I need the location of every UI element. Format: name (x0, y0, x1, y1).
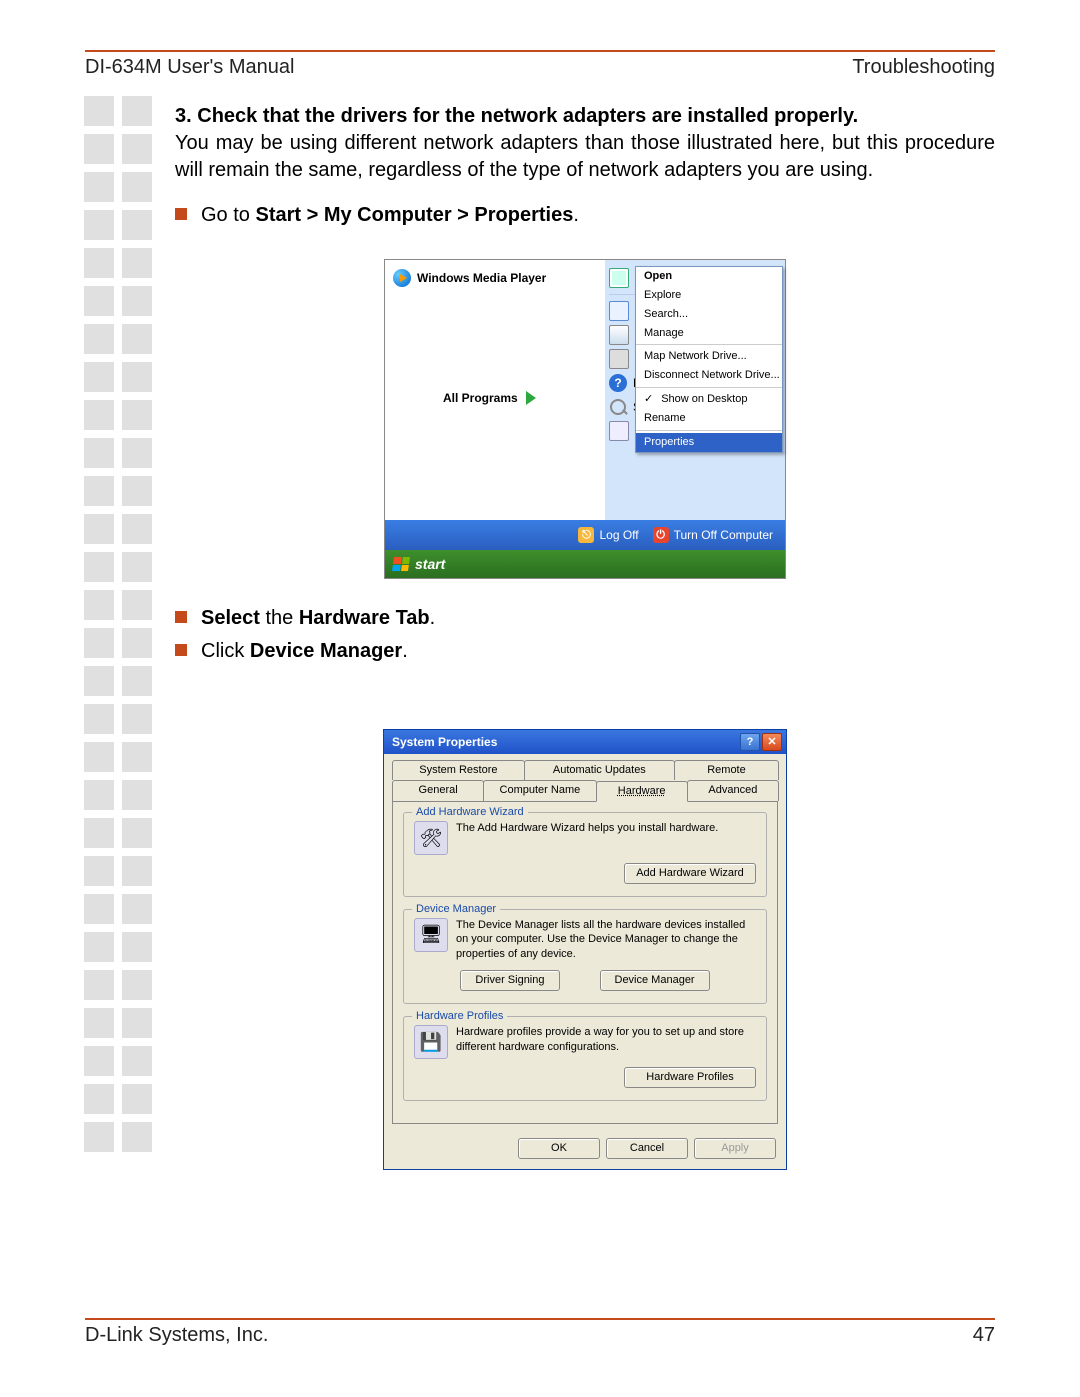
titlebar-close-button[interactable]: ✕ (762, 733, 782, 751)
bullet-square-icon (175, 644, 187, 656)
ctx-open[interactable]: Open (636, 267, 782, 286)
driver-signing-button[interactable]: Driver Signing (460, 970, 559, 991)
arrow-right-icon (526, 391, 536, 405)
tab-advanced[interactable]: Advanced (687, 780, 779, 801)
tab-computer-name[interactable]: Computer Name (483, 780, 596, 801)
screenshot-system-properties: System Properties ? ✕ System Restore Aut… (383, 729, 787, 1170)
header-rule (85, 50, 995, 52)
dialog-titlebar: System Properties ? ✕ (384, 730, 786, 754)
hardware-profiles-button[interactable]: Hardware Profiles (624, 1067, 756, 1088)
computer-icon (609, 268, 629, 288)
control-panel-icon (609, 301, 629, 321)
all-programs[interactable]: All Programs (393, 390, 605, 406)
ctx-disconnect-drive[interactable]: Disconnect Network Drive... (636, 366, 782, 385)
logoff-bar: ⎋ Log Off ⏻ Turn Off Computer (385, 520, 785, 550)
ctx-explore[interactable]: Explore (636, 286, 782, 305)
dialog-title: System Properties (392, 734, 497, 750)
start-label: start (415, 555, 445, 574)
page-footer: D-Link Systems, Inc. 47 (85, 1324, 995, 1347)
bullet-1: Go to Start > My Computer > Properties. (175, 202, 995, 229)
b1-bold: Start > My Computer > Properties (255, 204, 573, 226)
search-icon (609, 398, 627, 416)
titlebar-help-button[interactable]: ? (740, 733, 760, 751)
b2-bold2: Hardware Tab (299, 607, 430, 629)
page-header: DI-634M User's Manual Troubleshooting (85, 56, 995, 79)
tab-automatic-updates[interactable]: Automatic Updates (524, 760, 675, 780)
b3-post: . (402, 640, 408, 662)
apply-button[interactable]: Apply (694, 1138, 776, 1159)
profiles-icon: 💾 (414, 1025, 448, 1059)
group-add-hardware: Add Hardware Wizard 🛠 The Add Hardware W… (403, 812, 767, 897)
step-line: 3. Check that the drivers for the networ… (175, 103, 995, 130)
windows-flag-icon (392, 557, 410, 571)
header-left: DI-634M User's Manual (85, 56, 294, 79)
ctx-map-drive[interactable]: Map Network Drive... (636, 347, 782, 366)
turnoff-button[interactable]: ⏻ Turn Off Computer (653, 527, 773, 543)
add-hardware-wizard-button[interactable]: Add Hardware Wizard (624, 863, 756, 884)
tab-remote[interactable]: Remote (674, 760, 779, 780)
header-right: Troubleshooting (852, 56, 995, 79)
logoff-button[interactable]: ⎋ Log Off (578, 527, 638, 543)
bullet-square-icon (175, 611, 187, 623)
device-manager-icon: 🖥 (414, 918, 448, 952)
printer-icon (609, 349, 629, 369)
logoff-icon: ⎋ (578, 527, 594, 543)
decorative-sidebar (84, 96, 152, 1152)
bullet-3: Click Device Manager. (175, 638, 995, 665)
addhw-text: The Add Hardware Wizard helps you instal… (456, 821, 756, 836)
tab-hardware[interactable]: Hardware (596, 781, 688, 802)
b2-mid: the (260, 607, 299, 629)
context-menu: Open Explore Search... Manage Map Networ… (635, 266, 783, 453)
b3-bold: Device Manager (250, 640, 402, 662)
help-icon: ? (609, 374, 627, 392)
step-title: Check that the drivers for the network a… (197, 105, 858, 127)
run-icon (609, 421, 629, 441)
footer-rule (85, 1318, 995, 1320)
cancel-button[interactable]: Cancel (606, 1138, 688, 1159)
tab-system-restore[interactable]: System Restore (392, 760, 525, 780)
step-paragraph: You may be using different network adapt… (175, 130, 995, 184)
footer-page-number: 47 (973, 1324, 995, 1347)
legend-addhw: Add Hardware Wizard (412, 805, 528, 820)
screenshot-start-menu: Windows Media Player All Programs My Com… (384, 259, 786, 579)
wmp-label: Windows Media Player (417, 270, 546, 286)
b3-pre: Click (201, 640, 250, 662)
ctx-manage[interactable]: Manage (636, 324, 782, 343)
legend-devmgr: Device Manager (412, 902, 500, 917)
startmenu-item-wmp[interactable]: Windows Media Player (393, 266, 605, 290)
b2-bold1: Select (201, 607, 260, 629)
b1-pre: Go to (201, 204, 255, 226)
b2-post: . (430, 607, 436, 629)
network-icon (609, 325, 629, 345)
group-hardware-profiles: Hardware Profiles 💾 Hardware profiles pr… (403, 1016, 767, 1101)
tab-general[interactable]: General (392, 780, 484, 801)
ctx-properties[interactable]: Properties (636, 433, 782, 452)
footer-left: D-Link Systems, Inc. (85, 1324, 268, 1347)
bullet-square-icon (175, 208, 187, 220)
ctx-search[interactable]: Search... (636, 305, 782, 324)
devmgr-text: The Device Manager lists all the hardwar… (456, 918, 756, 963)
power-icon: ⏻ (653, 527, 669, 543)
all-programs-label: All Programs (443, 390, 518, 406)
wizard-icon: 🛠 (414, 821, 448, 855)
ok-button[interactable]: OK (518, 1138, 600, 1159)
step-number: 3. (175, 105, 192, 127)
ctx-rename[interactable]: Rename (636, 409, 782, 428)
b1-post: . (573, 204, 579, 226)
start-bar[interactable]: start (385, 550, 785, 578)
device-manager-button[interactable]: Device Manager (600, 970, 710, 991)
wmp-icon (393, 269, 411, 287)
group-device-manager: Device Manager 🖥 The Device Manager list… (403, 909, 767, 1004)
legend-hwprof: Hardware Profiles (412, 1009, 507, 1024)
ctx-show-desktop[interactable]: Show on Desktop (636, 390, 782, 409)
logoff-label: Log Off (599, 527, 638, 543)
hwprof-text: Hardware profiles provide a way for you … (456, 1025, 756, 1055)
turnoff-label: Turn Off Computer (674, 527, 773, 543)
bullet-2: Select the Hardware Tab. (175, 605, 995, 632)
